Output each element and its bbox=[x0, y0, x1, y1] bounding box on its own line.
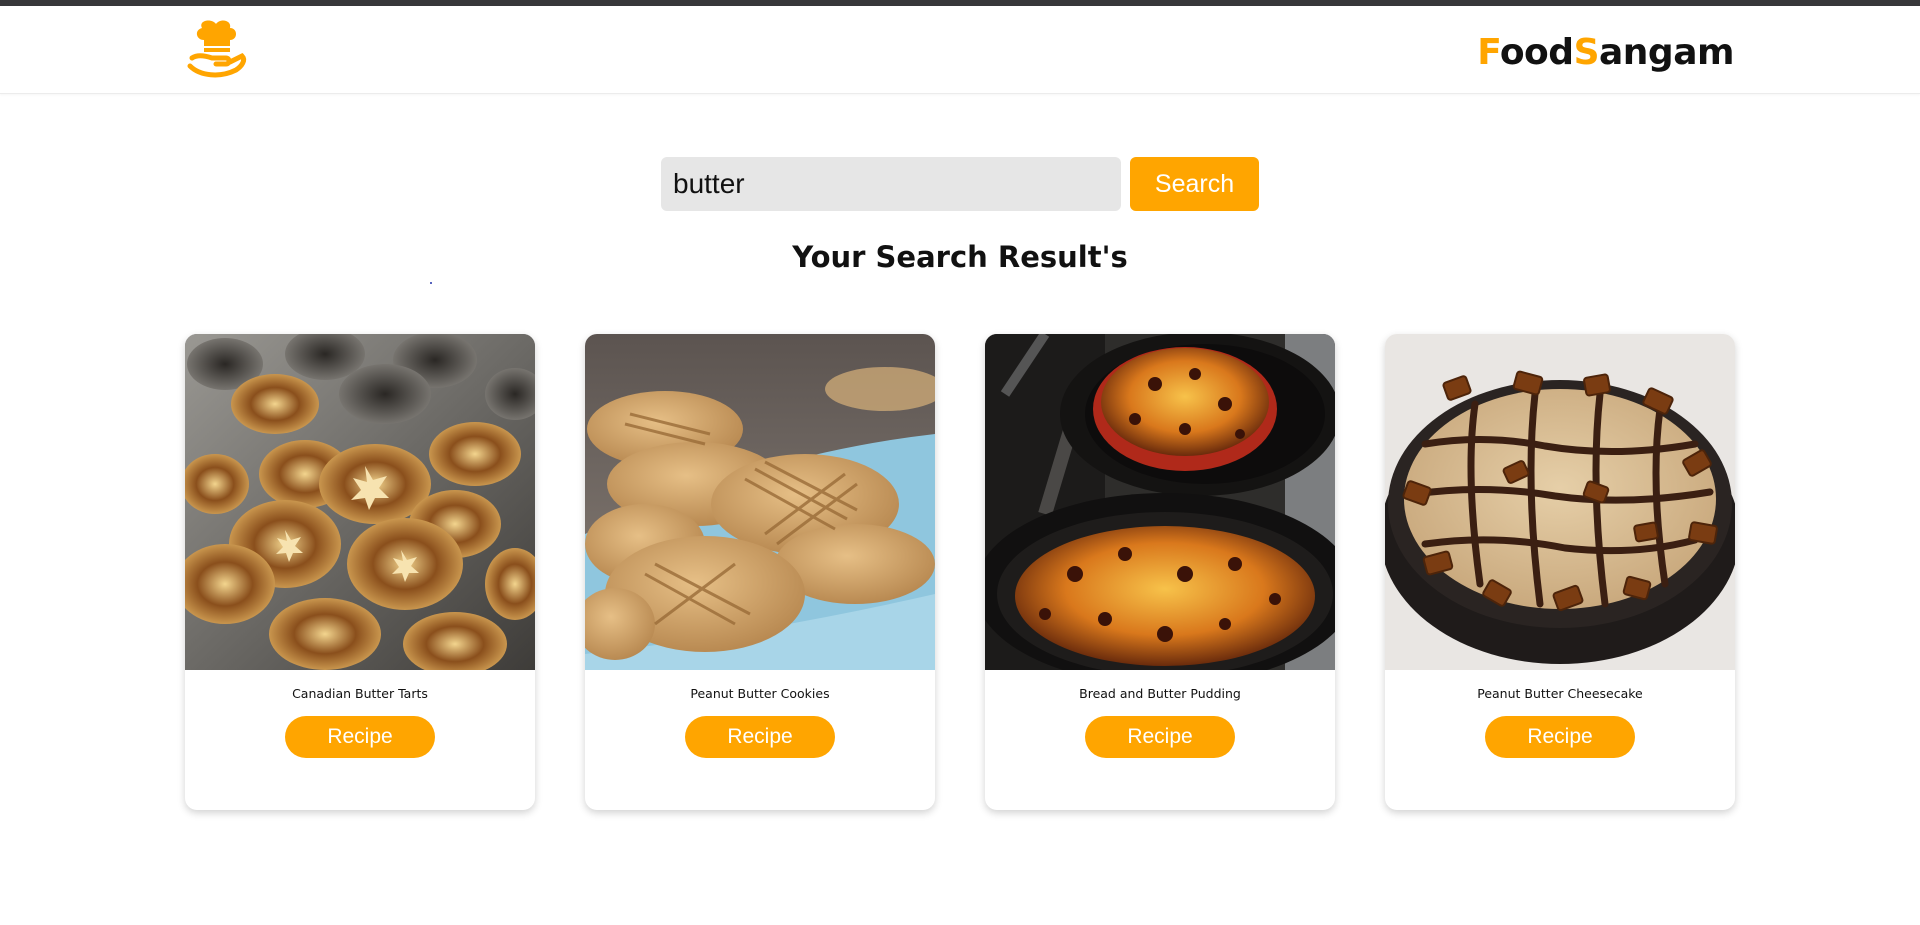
results-grid: Canadian Butter Tarts Recipe Peanut Butt… bbox=[185, 334, 1735, 810]
recipe-image-butter-tarts[interactable] bbox=[185, 334, 535, 670]
search-bar: Search bbox=[661, 157, 1259, 211]
search-button[interactable]: Search bbox=[1130, 157, 1259, 211]
recipe-image-peanut-butter-cheesecake[interactable] bbox=[1385, 334, 1735, 670]
recipe-card: Peanut Butter Cookies Recipe bbox=[585, 334, 935, 810]
recipe-button[interactable]: Recipe bbox=[685, 716, 835, 758]
recipe-card: Peanut Butter Cheesecake Recipe bbox=[1385, 334, 1735, 810]
brand-rest-1: ood bbox=[1499, 32, 1574, 73]
chef-hat-logo-icon[interactable] bbox=[186, 18, 250, 82]
recipe-card: Canadian Butter Tarts Recipe bbox=[185, 334, 535, 810]
recipe-button[interactable]: Recipe bbox=[1485, 716, 1635, 758]
recipe-card: Bread and Butter Pudding Recipe bbox=[985, 334, 1335, 810]
recipe-image-bread-butter-pudding[interactable] bbox=[985, 334, 1335, 670]
stray-dot bbox=[430, 282, 432, 284]
recipe-title: Canadian Butter Tarts bbox=[292, 686, 428, 701]
recipe-title: Peanut Butter Cookies bbox=[690, 686, 830, 701]
recipe-title: Peanut Butter Cheesecake bbox=[1477, 686, 1643, 701]
recipe-title: Bread and Butter Pudding bbox=[1079, 686, 1241, 701]
recipe-button[interactable]: Recipe bbox=[285, 716, 435, 758]
search-input[interactable] bbox=[661, 157, 1121, 211]
brand-name: FoodSangam bbox=[1477, 32, 1734, 73]
recipe-button[interactable]: Recipe bbox=[1085, 716, 1235, 758]
recipe-image-peanut-butter-cookies[interactable] bbox=[585, 334, 935, 670]
brand-first-letter: F bbox=[1477, 32, 1500, 73]
brand-second-letter: S bbox=[1573, 32, 1600, 73]
results-heading: Your Search Result's bbox=[792, 240, 1128, 274]
brand-rest-2: angam bbox=[1599, 32, 1735, 73]
navbar: FoodSangam bbox=[0, 6, 1920, 94]
